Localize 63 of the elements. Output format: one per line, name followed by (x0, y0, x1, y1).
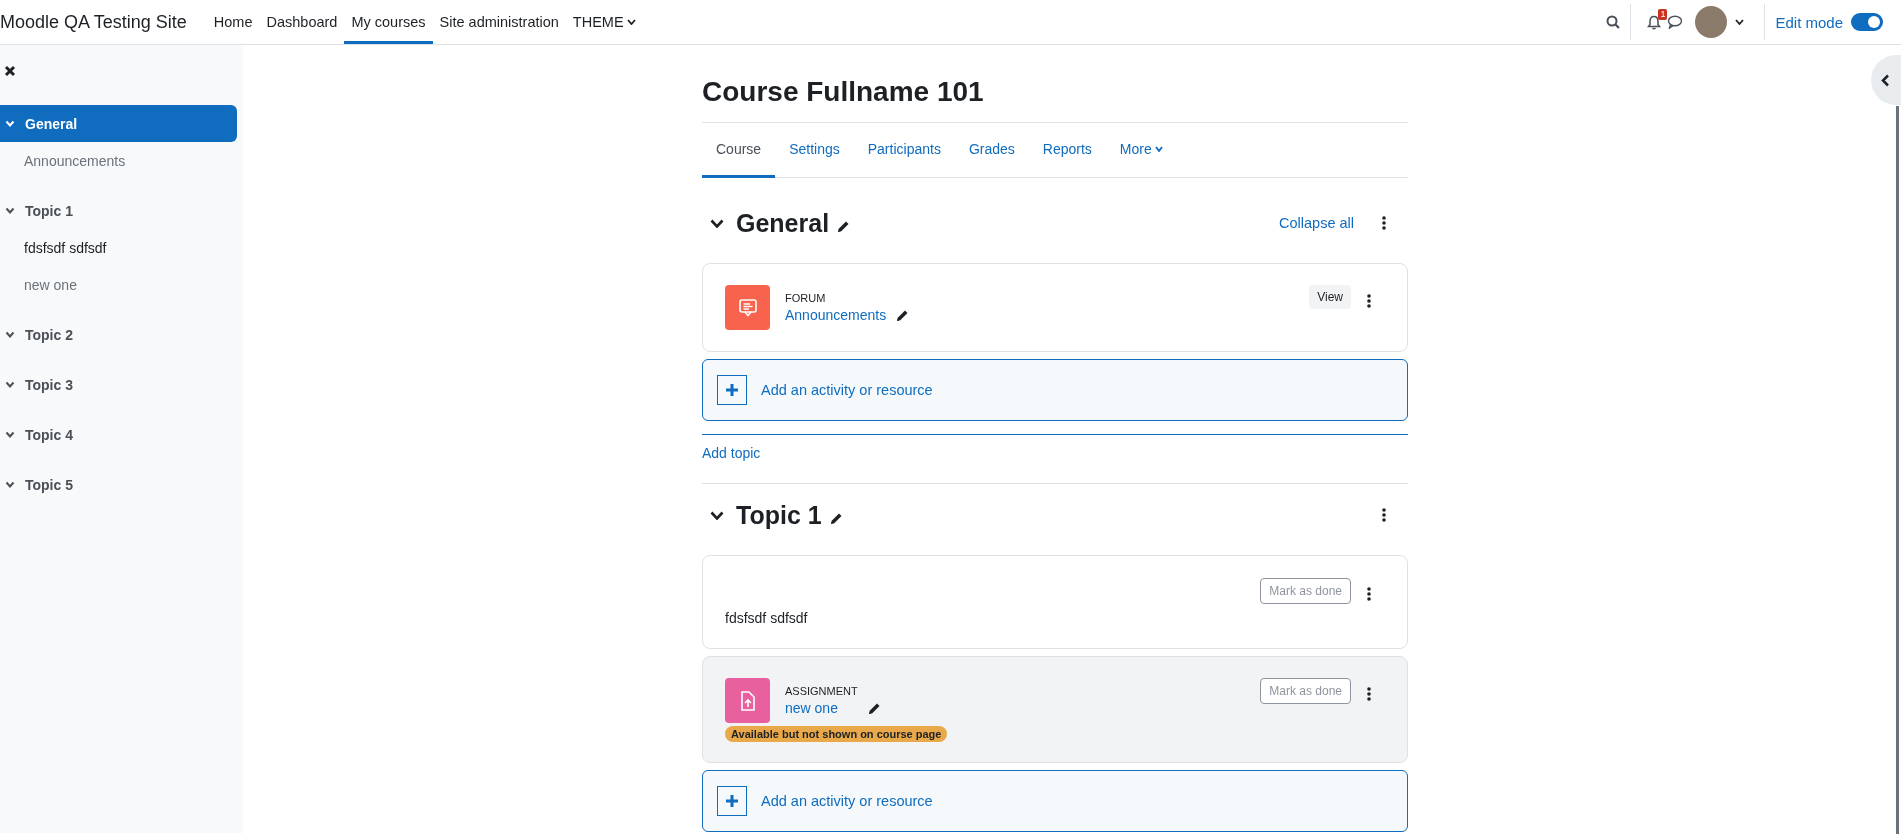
course-tab[interactable]: Reports (1028, 123, 1106, 178)
course-tab[interactable]: Course (702, 123, 776, 178)
sidebar-section-item[interactable]: Topic 3 (0, 366, 237, 403)
sidebar-section-item[interactable]: Topic 2 (0, 316, 237, 353)
sidebar-section-item[interactable]: Topic 4 (0, 416, 237, 453)
course-title: Course Fullname 101 (702, 76, 1408, 123)
pencil-icon (837, 219, 851, 233)
nav-link[interactable]: Home (206, 3, 260, 44)
plus-icon (717, 786, 747, 816)
activity-link[interactable]: new one (785, 700, 838, 716)
pencil-icon (896, 308, 910, 322)
visibility-badge: Available but not shown on course page (725, 726, 948, 742)
course-tab[interactable]: More (1105, 123, 1177, 178)
nav-link[interactable]: THEME (565, 3, 643, 44)
collapse-all-link[interactable]: Collapse all (1279, 215, 1354, 231)
forum-icon (725, 285, 770, 330)
add-activity-button[interactable]: Add an activity or resource (702, 359, 1408, 421)
scrollbar[interactable] (1896, 106, 1899, 834)
sidebar-section-item[interactable]: General (0, 105, 237, 142)
pencil-icon (829, 511, 843, 525)
chevron-icon (5, 207, 15, 214)
plus-icon (717, 375, 747, 405)
search-icon[interactable] (1606, 15, 1621, 29)
assignment-icon (725, 678, 770, 723)
chat-bubble-icon[interactable] (1667, 15, 1684, 29)
chevron-icon (5, 431, 15, 438)
course-tab[interactable]: Participants (853, 123, 955, 178)
view-button[interactable]: View (1309, 285, 1351, 309)
text-content: fdsfsdf sdfsdf (725, 610, 809, 626)
edit-mode-toggle[interactable] (1851, 13, 1883, 31)
activity-type: ASSIGNMENT (785, 685, 859, 697)
sidebar-activity-item[interactable]: new one (0, 266, 243, 303)
chevron-icon (5, 481, 15, 488)
notification-count: 1 (1658, 8, 1668, 20)
chevron-icon (5, 331, 15, 338)
drawer-toggle-button[interactable] (1871, 55, 1901, 105)
edit-mode-label: Edit mode (1775, 13, 1843, 31)
sidebar-activity-item[interactable]: Announcements (0, 142, 243, 179)
avatar[interactable] (1695, 6, 1728, 38)
chevron-icon (5, 120, 15, 127)
sidebar-activity-item[interactable]: fdsfsdf sdfsdf (0, 229, 243, 266)
chevron-icon[interactable] (710, 218, 724, 228)
section-title: Topic 1 (736, 500, 822, 530)
activity-type: FORUM (785, 292, 827, 304)
site-name[interactable]: Moodle QA Testing Site (0, 11, 187, 33)
nav-link[interactable]: Site administration (432, 3, 566, 44)
sidebar-section-item[interactable]: Topic 1 (0, 192, 237, 229)
caret-icon (1735, 19, 1745, 25)
bell-icon[interactable] (1647, 14, 1662, 30)
course-tab[interactable]: Settings (775, 123, 854, 178)
add-activity-button[interactable]: Add an activity or resource (702, 770, 1408, 832)
section-title: General (736, 208, 830, 238)
nav-link[interactable]: My courses (344, 3, 433, 44)
sidebar-section-item[interactable]: Topic 5 (0, 466, 237, 503)
add-topic-link[interactable]: Add topic (702, 445, 761, 461)
course-tab[interactable]: Grades (954, 123, 1029, 178)
nav-link[interactable]: Dashboard (259, 3, 345, 44)
chevron-icon[interactable] (710, 510, 724, 520)
close-icon[interactable] (4, 65, 16, 77)
chevron-icon (5, 381, 15, 388)
pencil-icon (867, 701, 881, 715)
chevron-left-icon (1881, 73, 1890, 87)
activity-link[interactable]: Announcements (785, 307, 887, 323)
